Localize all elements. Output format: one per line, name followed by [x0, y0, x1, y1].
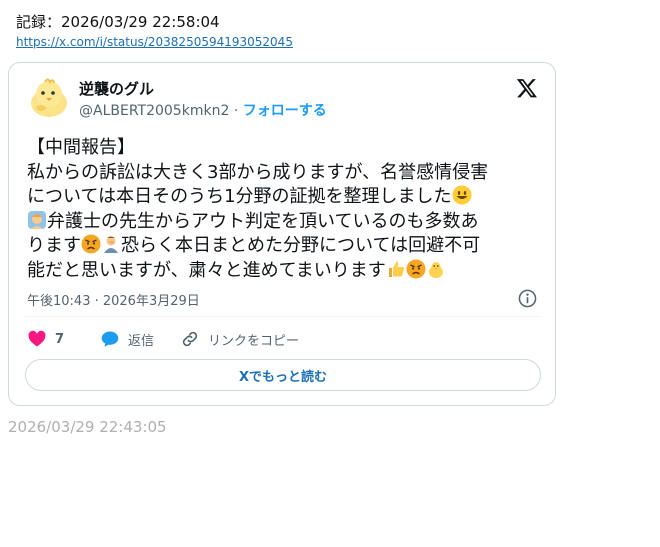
like-button[interactable]: 7	[27, 329, 64, 349]
tweet-line: 私からの訴訟は大きく3部から成りますが、名誉感情侵害	[27, 161, 489, 183]
copy-link-label: リンクをコピー	[208, 333, 300, 349]
author-meta: @ALBERT2005kmkn2 · フォローする	[79, 100, 327, 120]
angry-face-emoji-icon	[406, 259, 426, 279]
thumbs-up-emoji-icon	[388, 261, 404, 277]
follow-button[interactable]: フォローする	[243, 103, 327, 119]
tweet-line: 能だと思いますが、粛々と進めてまいります	[27, 259, 386, 281]
source-link[interactable]: https://x.com/i/status/20382505941930520…	[16, 35, 293, 49]
capture-timestamp: 2026/03/29 22:43:05	[8, 418, 167, 436]
tweet-line: 【中間報告】	[27, 137, 135, 158]
tweet-card: 逆襲のグル @ALBERT2005kmkn2 · フォローする 【中間報告】 私…	[8, 62, 556, 406]
grinning-face-emoji-icon	[452, 185, 472, 205]
angry-face-emoji-icon	[81, 234, 101, 254]
heart-icon	[28, 330, 46, 347]
person-emoji-icon	[28, 210, 46, 229]
tweet-timestamp[interactable]: 午後10:43 · 2026年3月29日	[27, 290, 200, 309]
divider	[25, 316, 541, 317]
record-label: 記録：2026/03/29 22:58:04	[16, 13, 220, 31]
link-icon	[182, 331, 198, 347]
tweet-line: ります	[27, 235, 81, 257]
meta-separator: ·	[233, 103, 239, 119]
x-logo-icon[interactable]	[516, 77, 538, 99]
tweet-line: 恐らく本日まとめた分野については回避不可	[121, 235, 481, 257]
reply-label: 返信	[128, 333, 155, 349]
author-name[interactable]: 逆襲のグル	[79, 78, 154, 99]
info-icon[interactable]	[518, 289, 537, 308]
tweet-line: 弁護士の先生からアウト判定を頂いているのも多数あ	[47, 210, 479, 232]
reply-button[interactable]: 返信	[100, 329, 154, 349]
tweet-line: については本日そのうち1分野の証拠を整理しました	[27, 186, 452, 208]
chick-avatar-icon	[31, 78, 67, 117]
author-handle[interactable]: @ALBERT2005kmkn2	[79, 103, 229, 119]
like-count: 7	[55, 331, 65, 347]
tweet-text: 【中間報告】 私からの訴訟は大きく3部から成りますが、名誉感情侵害 については本…	[27, 136, 537, 284]
baby-chick-emoji-icon	[428, 261, 443, 278]
read-more-button[interactable]: Xでもっと読む	[25, 359, 541, 391]
copy-link-button[interactable]: リンクをコピー	[180, 329, 299, 349]
person-facepalming-emoji-icon	[104, 236, 118, 254]
avatar[interactable]	[27, 76, 71, 120]
reply-bubble-icon	[101, 331, 119, 347]
